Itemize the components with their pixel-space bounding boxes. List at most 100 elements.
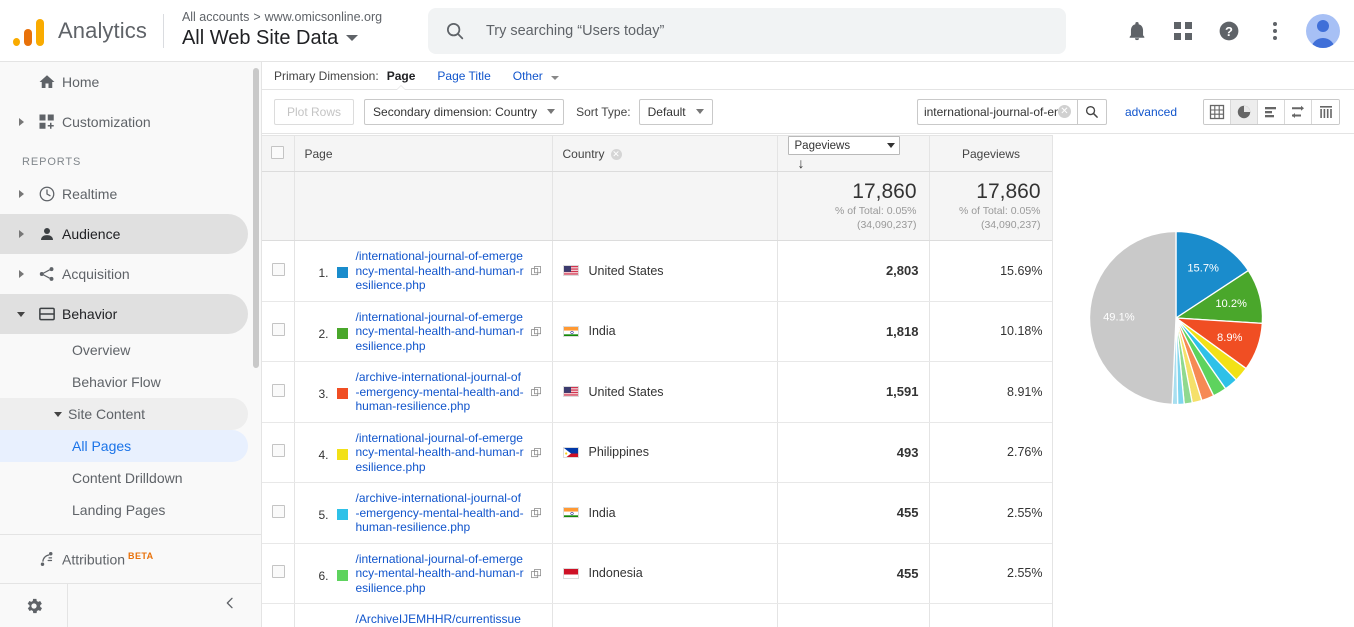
table-row[interactable]: 1. /international-journal-of-emergency-me… — [262, 240, 1333, 302]
column-header-page[interactable]: Page — [294, 135, 553, 172]
sidebar-item-site-content[interactable]: Site Content — [0, 398, 248, 430]
more-options-icon[interactable] — [1254, 10, 1296, 52]
row-rank: 1. — [318, 266, 329, 280]
contribution-label: Contribution to total: — [1063, 145, 1171, 160]
sort-type-select[interactable]: Default — [638, 98, 713, 125]
open-in-new-icon[interactable] — [530, 447, 542, 462]
totals-pageviews-total: (34,090,237) — [856, 219, 917, 231]
row-percent: 2.55% — [929, 543, 1054, 604]
clear-search-icon[interactable]: ✕ — [1057, 105, 1071, 118]
breadcrumb-accounts[interactable]: All accounts — [182, 10, 249, 24]
help-icon[interactable]: ? — [1208, 10, 1250, 52]
metric-select[interactable]: Pageviews — [787, 136, 900, 155]
avatar[interactable] — [1306, 13, 1340, 48]
open-in-new-icon[interactable] — [530, 326, 542, 341]
view-type-toggle-group — [1203, 98, 1340, 125]
table-view-icon[interactable] — [1204, 99, 1231, 124]
row-page-link[interactable]: /international-journal-of-emergency-ment… — [356, 310, 525, 354]
row-page-cell: 2. /international-journal-of-emergency-me… — [294, 301, 553, 362]
view-name[interactable]: All Web Site Data — [182, 25, 402, 51]
settings-gear-icon[interactable] — [0, 583, 68, 627]
sidebar-item-all-pages[interactable]: All Pages — [0, 430, 248, 462]
table-row[interactable]: 2. /international-journal-of-emergency-me… — [262, 301, 1333, 362]
clock-icon — [32, 185, 62, 203]
contribution-metric-select[interactable]: Pageviews — [1180, 144, 1299, 163]
sidebar-scrollbar-thumb[interactable] — [253, 68, 259, 368]
performance-view-icon[interactable] — [1258, 99, 1285, 124]
row-color-swatch — [336, 267, 348, 278]
totals-checkbox-cell — [262, 171, 295, 241]
account-selector[interactable]: All accounts > www.omicsonline.org All Web… — [182, 10, 402, 51]
table-row[interactable]: 4. /international-journal-of-emergency-me… — [262, 422, 1333, 483]
column-header-pageviews[interactable]: Pageviews — [929, 135, 1054, 172]
column-header-country[interactable]: Country ✕ — [552, 135, 778, 172]
row-page-link[interactable]: /international-journal-of-emergency-ment… — [356, 431, 525, 475]
table-row[interactable]: 7. /ArchiveIJEMHHR/currentissue-internati… — [262, 603, 1333, 627]
sidebar-item-realtime[interactable]: Realtime — [0, 174, 248, 214]
search-input[interactable]: international-journal-of-en ✕ — [916, 98, 1077, 125]
contribution-metric-value: Pageviews — [1187, 147, 1243, 160]
sidebar-scrollbar[interactable] — [252, 68, 260, 583]
row-percent: 2.55% — [929, 482, 1054, 544]
row-checkbox[interactable] — [272, 262, 285, 276]
table-row[interactable]: 3. /archive-international-journal-of-emer… — [262, 361, 1333, 423]
open-in-new-icon[interactable] — [530, 266, 542, 280]
row-checkbox[interactable] — [272, 565, 285, 579]
row-rank: 7. — [305, 612, 329, 627]
chevron-down-icon — [547, 109, 556, 114]
secondary-dimension-select[interactable]: Secondary dimension: Country — [364, 98, 565, 125]
open-in-new-icon[interactable] — [530, 568, 542, 583]
row-checkbox[interactable] — [272, 383, 285, 397]
row-checkbox[interactable] — [272, 504, 285, 518]
table-row[interactable]: 5. /archive-international-journal-of-emer… — [262, 482, 1333, 544]
collapse-arrow-icon — [54, 411, 62, 417]
row-percent: 15.69% — [929, 240, 1054, 302]
row-page-link[interactable]: /ArchiveIJEMHHR/currentissue-internation… — [356, 612, 525, 627]
sidebar-item-attribution[interactable]: Attribution BETA — [0, 539, 248, 579]
plot-rows-button[interactable]: Plot Rows — [274, 98, 355, 125]
dimension-tab-other[interactable]: Other — [513, 69, 560, 83]
column-header-contribution: Contribution to total: Pageviews — [1053, 135, 1333, 172]
table-row[interactable]: 6. /international-journal-of-emergency-me… — [262, 543, 1333, 604]
sidebar-item-behavior[interactable]: Behavior — [0, 294, 248, 334]
table-search: international-journal-of-en ✕ — [916, 98, 1107, 125]
question-mark-circle-icon: ? — [1219, 21, 1239, 40]
dimension-tab-page[interactable]: Page — [386, 68, 416, 92]
dimension-tab-label: Page — [386, 68, 416, 83]
row-page-link[interactable]: /archive-international-journal-of-emerge… — [356, 491, 525, 535]
row-checkbox[interactable] — [272, 444, 285, 458]
sidebar-item-audience[interactable]: Audience — [0, 214, 248, 254]
sidebar-item-landing-pages[interactable]: Landing Pages — [0, 494, 248, 526]
beta-badge: BETA — [128, 550, 154, 561]
apps-grid-icon[interactable] — [1162, 10, 1204, 52]
search-submit-button[interactable] — [1076, 98, 1107, 125]
open-in-new-icon[interactable] — [530, 387, 542, 401]
sidebar-item-customization[interactable]: Customization — [0, 102, 248, 142]
row-page-link[interactable]: /international-journal-of-emergency-ment… — [356, 552, 525, 596]
global-search-box[interactable]: Try searching “Users today” — [427, 7, 1066, 54]
breadcrumb-property[interactable]: www.omicsonline.org — [265, 10, 382, 24]
pivot-view-icon[interactable] — [1312, 99, 1339, 124]
advanced-filter-link[interactable]: advanced — [1125, 105, 1177, 119]
row-pageviews: 455 — [777, 482, 930, 544]
remove-secondary-dimension-icon[interactable]: ✕ — [610, 148, 622, 160]
sidebar-subitem-label: All Pages — [72, 438, 132, 454]
select-all-checkbox[interactable] — [271, 145, 285, 159]
row-checkbox[interactable] — [272, 323, 285, 337]
sidebar-item-home[interactable]: Home — [0, 62, 248, 102]
sidebar-item-acquisition[interactable]: Acquisition — [0, 254, 248, 294]
row-page-link[interactable]: /archive-international-journal-of-emerge… — [356, 370, 525, 414]
sidebar-item-overview[interactable]: Overview — [0, 334, 248, 366]
notifications-bell-icon[interactable] — [1116, 10, 1158, 52]
collapse-sidebar-chevron-icon[interactable] — [222, 595, 238, 616]
comparison-view-icon[interactable] — [1285, 99, 1312, 124]
row-page-link[interactable]: /international-journal-of-emergency-ment… — [356, 249, 525, 293]
open-in-new-icon[interactable] — [530, 508, 542, 522]
dimension-tab-page-title[interactable]: Page Title — [437, 69, 490, 83]
sidebar-item-content-drilldown[interactable]: Content Drilldown — [0, 462, 248, 494]
sort-descending-icon[interactable]: ↓ — [798, 155, 805, 171]
sidebar-item-label: Customization — [62, 114, 151, 130]
sidebar-item-behavior-flow[interactable]: Behavior Flow — [0, 366, 248, 398]
chevron-down-icon — [1285, 151, 1294, 156]
pie-view-icon[interactable] — [1231, 99, 1258, 124]
